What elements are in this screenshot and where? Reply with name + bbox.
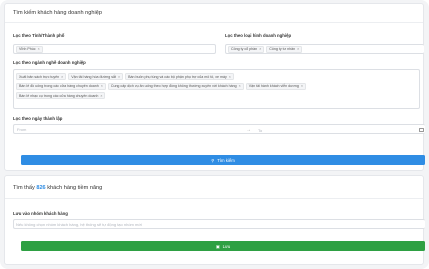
province-tag: Vĩnh Phúc × [16, 45, 43, 53]
tag-label: Vĩnh Phúc [19, 47, 36, 51]
search-panel: Tìm kiếm khách hàng doanh nghiệp Lọc the… [4, 3, 425, 171]
close-icon[interactable]: × [229, 75, 231, 79]
date-to-input[interactable]: To [258, 128, 262, 133]
save-icon: ▣ [215, 243, 220, 249]
industry-filter-label: Lọc theo ngành nghề doanh nghiệp [13, 60, 86, 65]
industry-tag: Bán lẻ nhạc cụ trong các cửa hàng chuyên… [16, 92, 106, 100]
arrow-right-icon: → [246, 126, 251, 133]
calendar-icon[interactable] [419, 127, 424, 132]
customer-group-select[interactable]: Nếu không chọn nhóm khách hàng, hệ thống… [13, 219, 425, 229]
save-button[interactable]: ▣ Lưu [21, 241, 425, 251]
tag-row: Bán lẻ nhạc cụ trong các cửa hàng chuyên… [16, 91, 418, 101]
tag-row: Bán lẻ đồ uống trong các cửa hàng chuyên… [16, 82, 418, 92]
tag-label: Vận tải hàng hóa đường sắt [71, 74, 117, 79]
company-type-select[interactable]: Công ty cổ phần × Công ty tư nhân × [225, 44, 424, 54]
tag-label: Cung cấp dịch vụ ăn uống theo hợp đồng k… [110, 84, 237, 89]
tag-label: Bán lẻ đồ uống trong các cửa hàng chuyên… [19, 84, 99, 89]
industry-tag: Vận tải hành khách viễn dương × [245, 82, 306, 90]
industry-tag: Bán buôn phụ tùng và các bộ phận phụ trợ… [125, 73, 234, 81]
tag-row: Xuất bản sách trực tuyến × Vận tải hàng h… [16, 72, 418, 82]
industry-tag: Bán lẻ đồ uống trong các cửa hàng chuyên… [16, 82, 106, 90]
tag-label: Vận tải hành khách viễn dương [248, 84, 299, 89]
tag-label: Bán lẻ nhạc cụ trong các cửa hàng chuyên… [19, 93, 99, 98]
province-select[interactable]: Vĩnh Phúc × [13, 44, 216, 54]
close-icon[interactable]: × [301, 84, 303, 88]
search-icon: ⚲ [211, 157, 215, 163]
close-icon[interactable]: × [100, 94, 102, 98]
customer-group-placeholder: Nếu không chọn nhóm khách hàng, hệ thống… [16, 221, 142, 227]
result-panel: Tìm thấy 826 khách hàng tiềm năng Lưu và… [4, 175, 425, 265]
industry-select[interactable]: Xuất bản sách trực tuyến × Vận tải hàng h… [13, 69, 420, 109]
tag-label: Công ty tư nhân [269, 47, 296, 51]
company-type-tag: Công ty cổ phần × [228, 45, 265, 53]
search-button[interactable]: ⚲ Tìm kiếm [21, 155, 425, 165]
page-background: Tìm kiếm khách hàng doanh nghiệp Lọc the… [0, 0, 429, 269]
industry-tag: Cung cấp dịch vụ ăn uống theo hợp đồng k… [107, 82, 244, 90]
close-icon[interactable]: × [61, 75, 63, 79]
close-icon[interactable]: × [101, 84, 103, 88]
tag-label: Công ty cổ phần [231, 47, 258, 51]
tag-label: Xuất bản sách trực tuyến [19, 74, 60, 79]
result-summary: Tìm thấy 826 khách hàng tiềm năng [13, 185, 102, 191]
search-panel-title: Tìm kiếm khách hàng doanh nghiệp [13, 10, 102, 16]
company-type-filter-label: Lọc theo loại hình doanh nghiệp [225, 33, 292, 38]
result-count: 826 [36, 185, 46, 191]
customer-group-label: Lưu vào nhóm khách hàng [13, 211, 68, 216]
divider [5, 22, 423, 23]
close-icon[interactable]: × [259, 47, 261, 51]
date-from-input[interactable]: From [17, 127, 26, 132]
divider [5, 198, 423, 199]
close-icon[interactable]: × [297, 47, 299, 51]
date-filter-label: Lọc theo ngày thành lập [13, 116, 63, 121]
result-prefix: Tìm thấy [13, 185, 35, 191]
industry-tag: Xuất bản sách trực tuyến × [16, 73, 67, 81]
industry-tag: Vận tải hàng hóa đường sắt × [68, 73, 124, 81]
close-icon[interactable]: × [38, 47, 40, 51]
province-filter-label: Lọc theo Tỉnh/Thành phố [13, 33, 65, 38]
tag-label: Bán buôn phụ tùng và các bộ phận phụ trợ… [128, 74, 227, 79]
search-button-label: Tìm kiếm [217, 157, 235, 163]
close-icon[interactable]: × [118, 75, 120, 79]
close-icon[interactable]: × [239, 84, 241, 88]
result-suffix: khách hàng tiềm năng [47, 185, 103, 191]
company-type-tag: Công ty tư nhân × [266, 45, 303, 53]
date-range-picker[interactable]: From → To [13, 124, 425, 134]
save-button-label: Lưu [222, 243, 231, 249]
